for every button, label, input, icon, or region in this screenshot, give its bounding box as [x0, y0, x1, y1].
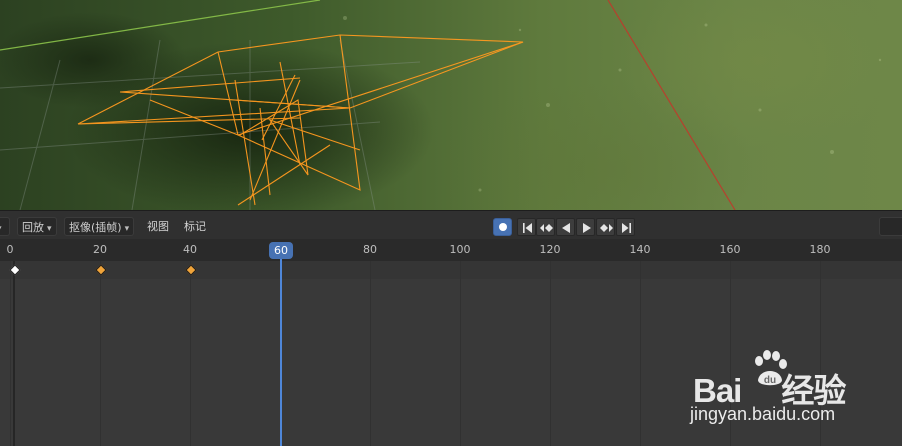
- frame-grid-line: [640, 261, 641, 446]
- ruler-tick-label: 120: [539, 243, 561, 256]
- frame-grid-line: [460, 261, 461, 446]
- marker-menu[interactable]: 标记: [184, 217, 206, 236]
- baidu-jingyan-watermark: du Bai 经验 jingyan.baidu.com: [690, 350, 870, 430]
- chevron-down-icon: ▾: [0, 220, 2, 239]
- frame-grid-line: [10, 261, 11, 446]
- ruler-tick-label: 20: [93, 243, 107, 256]
- play-reverse-icon: [562, 223, 570, 233]
- jump-to-previous-keyframe-icon: [540, 224, 553, 232]
- jump-to-end-button[interactable]: [616, 218, 635, 236]
- jump-to-start-icon: [523, 223, 532, 233]
- ruler-tick-label: 40: [183, 243, 197, 256]
- timeline-header: ▾ 回放▾ 抠像(插帧)▾ 视图 标记: [0, 210, 902, 239]
- frame-grid-line: [190, 261, 191, 446]
- ruler-tick-label: 180: [809, 243, 831, 256]
- ruler-tick-label: 0: [6, 243, 14, 256]
- ruler-tick-label: 100: [449, 243, 471, 256]
- jump-to-next-keyframe-button[interactable]: [596, 218, 615, 236]
- ruler-tick-label: 140: [629, 243, 651, 256]
- ruler-tick-label: 160: [719, 243, 741, 256]
- frame-grid-line: [550, 261, 551, 446]
- play-reverse-button[interactable]: [556, 218, 575, 236]
- jump-to-next-keyframe-icon: [600, 224, 613, 232]
- ruler-tick-label: 80: [363, 243, 377, 256]
- playback-menu[interactable]: 回放 ▾: [17, 217, 57, 236]
- playback-menu-label: 回放: [22, 221, 44, 234]
- scene-start-line: [13, 261, 15, 446]
- chevron-down-icon: ▾: [47, 224, 52, 234]
- summary-channel-row[interactable]: [0, 261, 902, 279]
- frame-grid-line: [100, 261, 101, 446]
- jump-to-end-icon: [622, 223, 631, 233]
- chevron-down-icon: ▾: [124, 224, 130, 234]
- keying-menu[interactable]: 抠像(插帧) ▾: [64, 217, 135, 236]
- jump-to-previous-keyframe-button[interactable]: [536, 218, 555, 236]
- view-menu[interactable]: 视图: [147, 217, 169, 236]
- play-icon: [583, 223, 591, 233]
- record-dot-icon: [499, 223, 507, 231]
- frame-ruler[interactable]: 0 20 40 80 100 120 140 160 180 2: [0, 239, 902, 261]
- play-button[interactable]: [576, 218, 595, 236]
- jump-to-start-button[interactable]: [517, 218, 536, 236]
- editor-type-dropdown[interactable]: ▾: [0, 217, 10, 236]
- playhead-line[interactable]: [280, 259, 282, 446]
- keying-menu-label: 抠像(插帧): [69, 221, 122, 234]
- watermark-url: jingyan.baidu.com: [690, 404, 836, 424]
- 3d-viewport[interactable]: [0, 0, 902, 210]
- auto-keying-record-button[interactable]: [493, 218, 512, 236]
- frame-grid-line: [370, 261, 371, 446]
- ruler-tick-label: 2: [890, 243, 902, 256]
- viewport-drawing: [0, 0, 882, 210]
- current-frame-field[interactable]: [879, 217, 902, 236]
- current-frame-indicator[interactable]: 60: [269, 242, 293, 259]
